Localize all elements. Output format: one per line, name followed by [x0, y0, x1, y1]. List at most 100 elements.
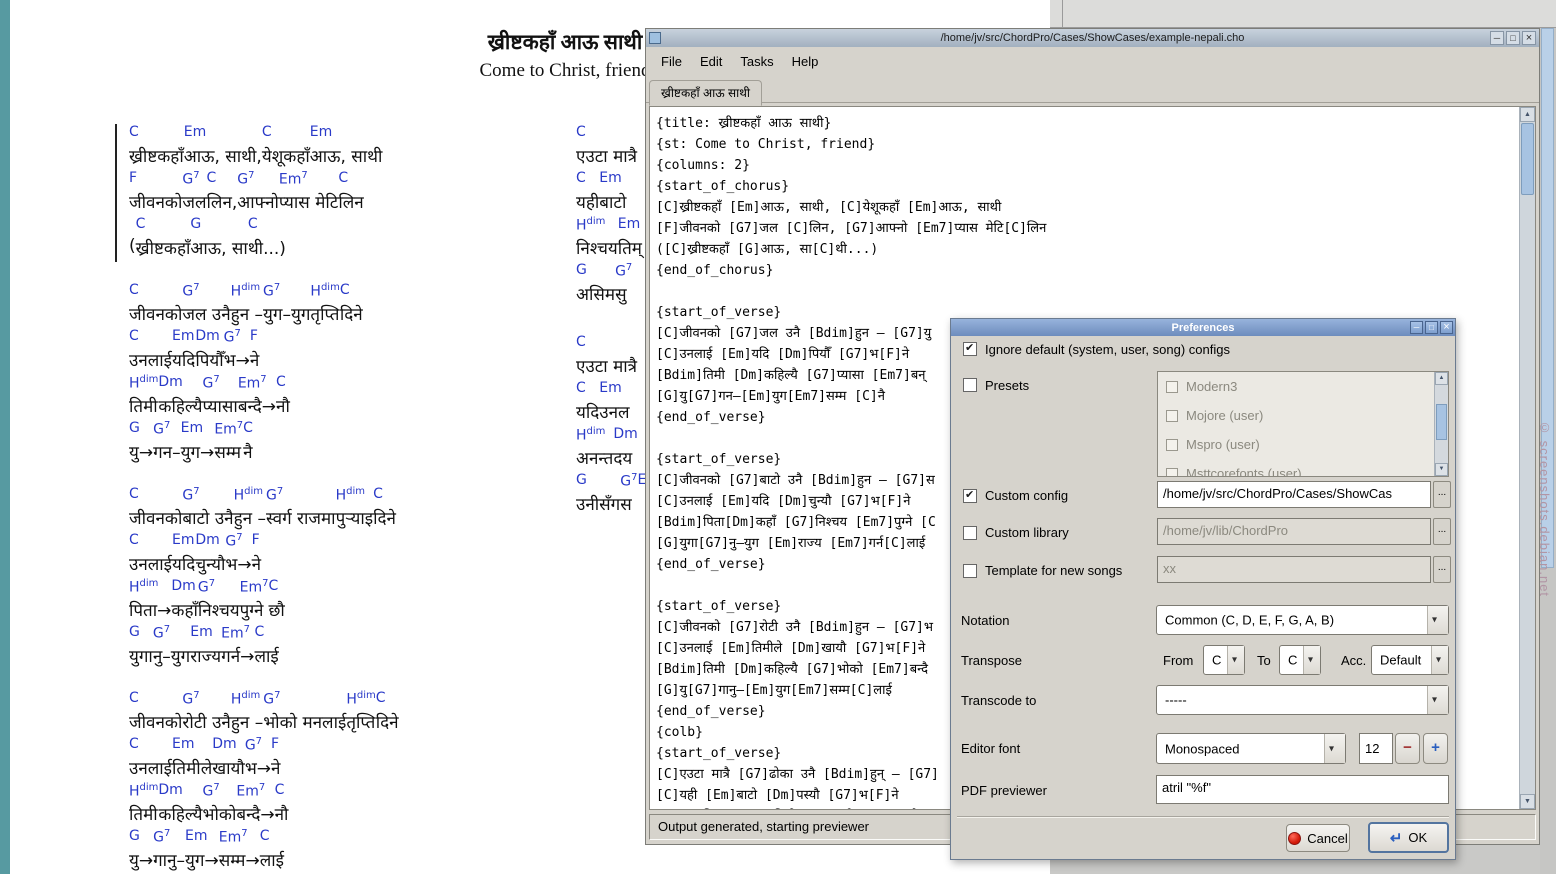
lyric: निश्चय	[576, 236, 618, 262]
editor-line[interactable]: {end_of_chorus}	[656, 260, 1513, 281]
scrollbar-thumb[interactable]	[1521, 123, 1534, 195]
lyric: पिता→	[129, 598, 171, 624]
scroll-up-icon[interactable]	[1520, 107, 1535, 122]
dialog-minimize-icon[interactable]	[1410, 321, 1423, 334]
preset-item[interactable]: Msttcorefonts (user)	[1158, 459, 1448, 477]
lyric: उनलाई	[129, 756, 172, 782]
transcode-select[interactable]: -----	[1156, 685, 1449, 715]
menu-tasks[interactable]: Tasks	[731, 51, 782, 72]
chord: Hdim	[231, 282, 263, 302]
chord: Em7	[221, 624, 254, 644]
minimize-icon[interactable]	[1490, 31, 1504, 45]
chord: Em7	[236, 782, 274, 802]
custom-config-browse-button[interactable]: ...	[1433, 481, 1451, 508]
preset-item[interactable]: Mojore (user)	[1158, 401, 1448, 430]
presets-label: Presets	[985, 378, 1029, 393]
chord: Hdim	[234, 486, 266, 506]
preset-item[interactable]: Modern3	[1158, 372, 1448, 401]
preset-item[interactable]: Mspro (user)	[1158, 430, 1448, 459]
presets-list[interactable]: Modern3Mojore (user)Mspro (user)Msttcore…	[1157, 371, 1449, 477]
custom-library-browse-button[interactable]: ...	[1433, 518, 1451, 545]
preset-checkbox[interactable]	[1166, 381, 1178, 393]
notation-select[interactable]: Common (C, D, E, F, G, A, B)	[1156, 605, 1449, 635]
tab-bar: ख्रीष्टकहाँ आऊ साथी	[646, 76, 1539, 103]
pdf-previewer-input[interactable]: atril "%f"	[1156, 775, 1449, 804]
chord: Em	[184, 124, 262, 144]
editor-line[interactable]	[656, 281, 1513, 302]
transpose-to-select[interactable]: C	[1279, 645, 1321, 675]
dialog-titlebar[interactable]: Preferences	[951, 319, 1455, 336]
transpose-to-value: C	[1288, 653, 1297, 668]
chord: G7	[224, 328, 250, 348]
dialog-close-icon[interactable]	[1440, 321, 1453, 334]
chord: G7	[182, 690, 230, 710]
editor-scrollbar[interactable]	[1519, 107, 1535, 809]
font-size-increase-button[interactable]: +	[1423, 733, 1448, 764]
lyric: अनन्त	[576, 446, 613, 472]
custom-library-input[interactable]: /home/jv/lib/ChordPro	[1157, 518, 1431, 545]
chord: C	[260, 828, 284, 848]
song-verse: Cजीवनको G7बाटो उनै Hdimहुन – G7स्वर्ग रा…	[115, 486, 575, 670]
ignore-default-checkbox[interactable]	[963, 342, 977, 356]
chord: G7	[153, 828, 185, 848]
lyric: लाई	[260, 848, 284, 874]
chevron-down-icon	[1427, 686, 1448, 714]
lyric: बन्दै→	[238, 394, 276, 420]
template-browse-button[interactable]: ...	[1433, 556, 1451, 583]
chord: G7	[198, 578, 240, 598]
presets-scrollbar[interactable]	[1434, 372, 1448, 476]
menu-help[interactable]: Help	[783, 51, 828, 72]
lyric: ख्रीष्टकहाँ	[136, 236, 191, 262]
presets-checkbox[interactable]	[963, 378, 977, 392]
menu-edit[interactable]: Edit	[691, 51, 731, 72]
song-line: Cजीवनको G7रोटी उनै Hdimहुन – G7भोको मनला…	[129, 690, 575, 736]
editor-line[interactable]: {st: Come to Christ, friend}	[656, 134, 1513, 155]
editor-line[interactable]: [F]जीवनको [G7]जल [C]लिन, [G7]आफ्नो [Em7]…	[656, 218, 1513, 239]
chord: G	[129, 828, 153, 848]
editor-line[interactable]: {start_of_chorus}	[656, 176, 1513, 197]
editor-font-select[interactable]: Monospaced	[1156, 733, 1346, 764]
tab-song[interactable]: ख्रीष्टकहाँ आऊ साथी	[649, 80, 762, 106]
font-size-input[interactable]: 12	[1359, 733, 1393, 764]
lyric: दिने	[376, 710, 399, 736]
presets-scroll-down-icon[interactable]	[1435, 463, 1448, 476]
editor-line[interactable]: {title: ख्रीष्टकहाँ आऊ साथी}	[656, 113, 1513, 134]
enter-arrow-icon	[1390, 829, 1403, 847]
maximize-icon[interactable]	[1506, 31, 1520, 45]
ok-button[interactable]: OK	[1368, 822, 1449, 853]
font-size-decrease-button[interactable]: −	[1395, 733, 1420, 764]
lyric: पियौँ	[195, 348, 223, 374]
notation-value: Common (C, D, E, F, G, A, B)	[1165, 613, 1334, 628]
chord: G7	[615, 262, 632, 282]
presets-scrollbar-thumb[interactable]	[1436, 404, 1447, 440]
template-checkbox[interactable]	[963, 564, 977, 578]
chord: G	[190, 216, 247, 236]
preset-checkbox[interactable]	[1166, 468, 1178, 478]
chord: Em7	[214, 420, 243, 440]
custom-config-checkbox[interactable]	[963, 489, 977, 503]
preset-checkbox[interactable]	[1166, 410, 1178, 422]
font-size-value: 12	[1365, 741, 1379, 756]
custom-library-checkbox[interactable]	[963, 526, 977, 540]
chevron-down-icon	[1324, 734, 1345, 763]
transpose-acc-select[interactable]: Default	[1371, 645, 1449, 675]
scroll-down-icon[interactable]	[1520, 794, 1535, 809]
editor-line[interactable]: ([C]ख्रीष्टकहाँ [G]आऊ, सा[C]थी...)	[656, 239, 1513, 260]
transpose-from-select[interactable]: C	[1203, 645, 1245, 675]
cancel-button[interactable]: Cancel	[1286, 824, 1350, 852]
lyric: सम्म	[214, 440, 243, 466]
lyric: हुन –	[231, 710, 263, 736]
chord: C	[129, 532, 172, 552]
presets-scroll-up-icon[interactable]	[1435, 372, 1448, 385]
close-icon[interactable]	[1522, 31, 1536, 45]
stop-icon	[1288, 832, 1301, 845]
dialog-maximize-icon[interactable]	[1425, 321, 1438, 334]
template-input[interactable]: xx	[1157, 556, 1431, 583]
editor-line[interactable]: {columns: 2}	[656, 155, 1513, 176]
chord: Em	[599, 170, 626, 190]
preset-checkbox[interactable]	[1166, 439, 1178, 451]
menu-file[interactable]: File	[652, 51, 691, 72]
window-titlebar[interactable]: /home/jv/src/ChordPro/Cases/ShowCases/ex…	[646, 29, 1539, 47]
editor-line[interactable]: [C]ख्रीष्टकहाँ [Em]आऊ, साथी, [C]येशूकहाँ…	[656, 197, 1513, 218]
custom-config-input[interactable]: /home/jv/src/ChordPro/Cases/ShowCas	[1157, 481, 1431, 508]
